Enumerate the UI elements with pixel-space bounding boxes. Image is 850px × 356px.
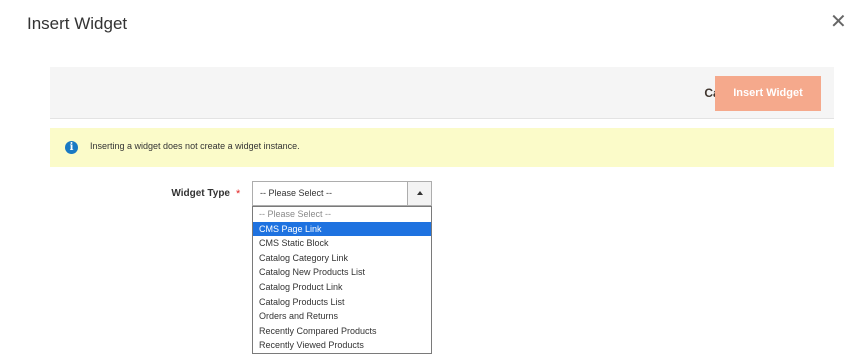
option-recently-viewed-products[interactable]: Recently Viewed Products xyxy=(253,338,431,353)
option-recently-compared-products[interactable]: Recently Compared Products xyxy=(253,324,431,339)
required-marker: * xyxy=(236,188,241,200)
option-catalog-category-link[interactable]: Catalog Category Link xyxy=(253,251,431,266)
modal-title: Insert Widget xyxy=(27,14,128,33)
insert-widget-button[interactable]: Insert Widget xyxy=(715,76,821,111)
close-icon[interactable]: ✕ xyxy=(830,12,848,32)
action-bar: Cancel Insert Widget xyxy=(50,67,834,119)
option-orders-and-returns[interactable]: Orders and Returns xyxy=(253,309,431,324)
option-cms-static-block[interactable]: CMS Static Block xyxy=(253,236,431,251)
info-message-text: Inserting a widget does not create a wid… xyxy=(90,141,300,151)
option-catalog-products-list[interactable]: Catalog Products List xyxy=(253,295,431,310)
widget-type-option-list[interactable]: -- Please Select -- CMS Page Link CMS St… xyxy=(252,206,432,354)
widget-type-selected-value: -- Please Select -- xyxy=(260,188,333,198)
info-icon: i xyxy=(65,141,78,154)
option-catalog-new-products-list[interactable]: Catalog New Products List xyxy=(253,265,431,280)
option-catalog-product-link[interactable]: Catalog Product Link xyxy=(253,280,431,295)
option-cms-page-link[interactable]: CMS Page Link xyxy=(253,221,431,237)
widget-type-select[interactable]: -- Please Select -- xyxy=(252,181,432,206)
chevron-up-icon xyxy=(417,191,423,195)
info-message: i Inserting a widget does not create a w… xyxy=(50,128,834,167)
select-arrow-button[interactable] xyxy=(407,182,431,205)
option-please-select[interactable]: -- Please Select -- xyxy=(253,207,431,222)
widget-type-label: Widget Type xyxy=(171,188,230,199)
